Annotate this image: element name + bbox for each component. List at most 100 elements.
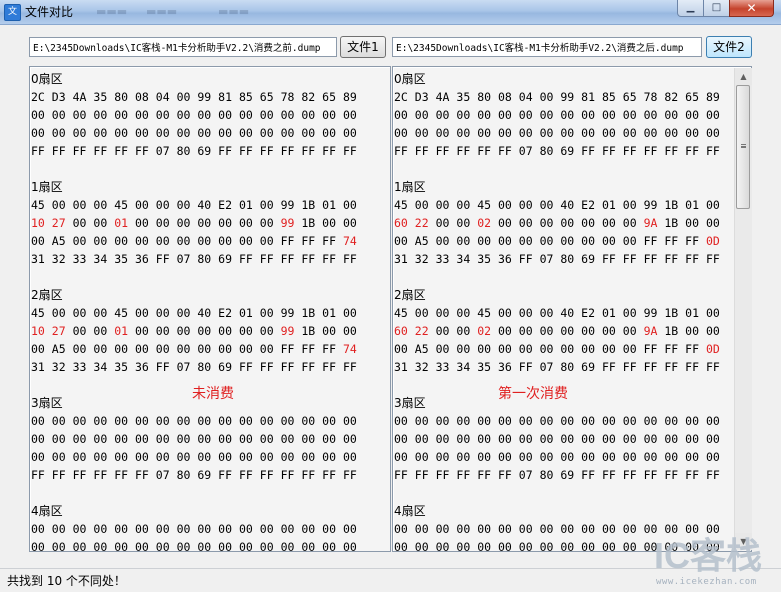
minimize-icon: ▁ <box>686 2 695 13</box>
hex-row: 00 00 00 00 00 00 00 00 00 00 00 00 00 0… <box>31 538 357 552</box>
hex-byte: FF <box>280 252 295 266</box>
hex-byte: 07 <box>155 468 170 482</box>
scroll-thumb[interactable] <box>736 85 750 209</box>
hex-row: 45 00 00 00 45 00 00 00 40 E2 01 00 99 1… <box>31 196 357 214</box>
hex-byte: 00 <box>394 432 408 446</box>
hex-byte: 00 <box>51 522 66 536</box>
hex-row: 60 22 00 00 02 00 00 00 00 00 00 00 9A 1… <box>394 322 720 340</box>
hex-byte: 00 <box>114 234 129 248</box>
hex-byte: 01 <box>685 198 700 212</box>
hex-byte: 00 <box>497 108 512 122</box>
hex-byte: FF <box>643 252 658 266</box>
hex-byte: 00 <box>435 540 450 552</box>
hex-byte: 00 <box>643 126 658 140</box>
hex-byte: FF <box>301 360 316 374</box>
hex-byte: 00 <box>394 522 408 536</box>
hex-row: 45 00 00 00 45 00 00 00 40 E2 01 00 99 1… <box>394 196 720 214</box>
hex-byte: 00 <box>322 126 337 140</box>
hex-byte: 00 <box>114 450 129 464</box>
scroll-up-arrow-icon[interactable]: ▲ <box>735 68 752 85</box>
hex-byte: 78 <box>643 90 658 104</box>
hex-byte: 00 <box>601 126 616 140</box>
hex-byte: FF <box>622 360 637 374</box>
hex-byte: 00 <box>601 324 616 338</box>
file2-path-input[interactable] <box>392 37 702 57</box>
hex-byte: 00 <box>581 216 596 230</box>
hex-byte: 00 <box>218 342 233 356</box>
hex-byte: 4A <box>72 90 87 104</box>
hex-byte: FF <box>114 144 129 158</box>
hex-byte: 00 <box>31 108 45 122</box>
hex-byte: 00 <box>197 540 212 552</box>
file1-path-input[interactable] <box>29 37 337 57</box>
hex-byte: 45 <box>477 306 492 320</box>
hex-byte: 00 <box>435 234 450 248</box>
hex-byte: 00 <box>72 234 87 248</box>
hex-byte: FF <box>394 144 408 158</box>
hex-byte: 33 <box>72 360 87 374</box>
hex-byte: 01 <box>238 306 253 320</box>
hex-row: 00 00 00 00 00 00 00 00 00 00 00 00 00 0… <box>31 430 357 448</box>
hex-byte: 1B <box>301 306 316 320</box>
hex-byte: 99 <box>280 306 295 320</box>
hex-byte: 00 <box>342 306 357 320</box>
hex-byte: 00 <box>259 216 274 230</box>
hex-byte: FF <box>134 144 149 158</box>
hex-byte: 07 <box>539 252 554 266</box>
file2-button[interactable]: 文件2 <box>706 36 752 58</box>
hex-byte-diff: 60 <box>394 216 408 230</box>
vertical-scrollbar[interactable]: ▲ ▼ <box>734 68 752 550</box>
hex-row: 2C D3 4A 35 80 08 04 00 99 81 85 65 78 8… <box>394 88 720 106</box>
hex-byte: E2 <box>581 198 596 212</box>
hex-byte: 00 <box>238 216 253 230</box>
hex-byte: 00 <box>342 324 357 338</box>
hex-byte-diff: 22 <box>414 216 429 230</box>
hex-byte: 00 <box>31 126 45 140</box>
hex-byte: 00 <box>705 216 720 230</box>
maximize-button[interactable]: □ <box>703 0 730 17</box>
hex-byte: 00 <box>259 450 274 464</box>
hex-byte: FF <box>51 144 66 158</box>
hex-byte: 00 <box>342 126 357 140</box>
hex-byte: 01 <box>322 306 337 320</box>
hex-byte: 00 <box>176 234 191 248</box>
hex-byte: FF <box>685 144 700 158</box>
file1-button[interactable]: 文件1 <box>340 36 386 58</box>
hex-byte: D3 <box>414 90 429 104</box>
hex-byte: 00 <box>414 108 429 122</box>
hex-byte: 00 <box>622 342 637 356</box>
hex-byte: 00 <box>342 522 357 536</box>
right-hex-pane[interactable]: 0扇区 2C D3 4A 35 80 08 04 00 99 81 85 65 7… <box>392 66 752 552</box>
hex-byte: 00 <box>705 306 720 320</box>
hex-byte: 00 <box>197 522 212 536</box>
close-button[interactable]: ✕ <box>729 0 774 17</box>
hex-byte: 00 <box>301 126 316 140</box>
hex-byte: 00 <box>342 414 357 428</box>
minimize-button[interactable]: ▁ <box>677 0 704 17</box>
hex-byte: 00 <box>176 216 191 230</box>
hex-byte: 40 <box>197 198 212 212</box>
hex-byte: 00 <box>560 450 575 464</box>
hex-byte: 00 <box>176 414 191 428</box>
hex-byte: 00 <box>643 414 658 428</box>
hex-byte: 00 <box>601 414 616 428</box>
hex-byte: 00 <box>705 450 720 464</box>
hex-byte: 00 <box>601 216 616 230</box>
hex-byte: 00 <box>93 324 108 338</box>
title-bar[interactable]: 文 文件对比 ▬▬▬ ▬▬▬ ▬▬▬ ▁ □ ✕ <box>0 0 781 25</box>
hex-byte: FF <box>664 234 679 248</box>
hex-byte: 45 <box>394 198 408 212</box>
hex-byte: 00 <box>497 306 512 320</box>
hex-byte: 80 <box>197 360 212 374</box>
hex-byte: 00 <box>114 342 129 356</box>
hex-byte: FF <box>705 144 720 158</box>
left-hex-pane[interactable]: 0扇区 2C D3 4A 35 80 08 04 00 99 81 85 65 7… <box>29 66 391 552</box>
hex-row: 00 00 00 00 00 00 00 00 00 00 00 00 00 0… <box>394 430 720 448</box>
hex-byte: 00 <box>134 324 149 338</box>
hex-byte: 35 <box>477 360 492 374</box>
hex-byte: 78 <box>280 90 295 104</box>
hex-byte: 00 <box>72 306 87 320</box>
hex-byte: 35 <box>114 252 129 266</box>
hex-byte: FF <box>643 234 658 248</box>
hex-byte: FF <box>705 360 720 374</box>
